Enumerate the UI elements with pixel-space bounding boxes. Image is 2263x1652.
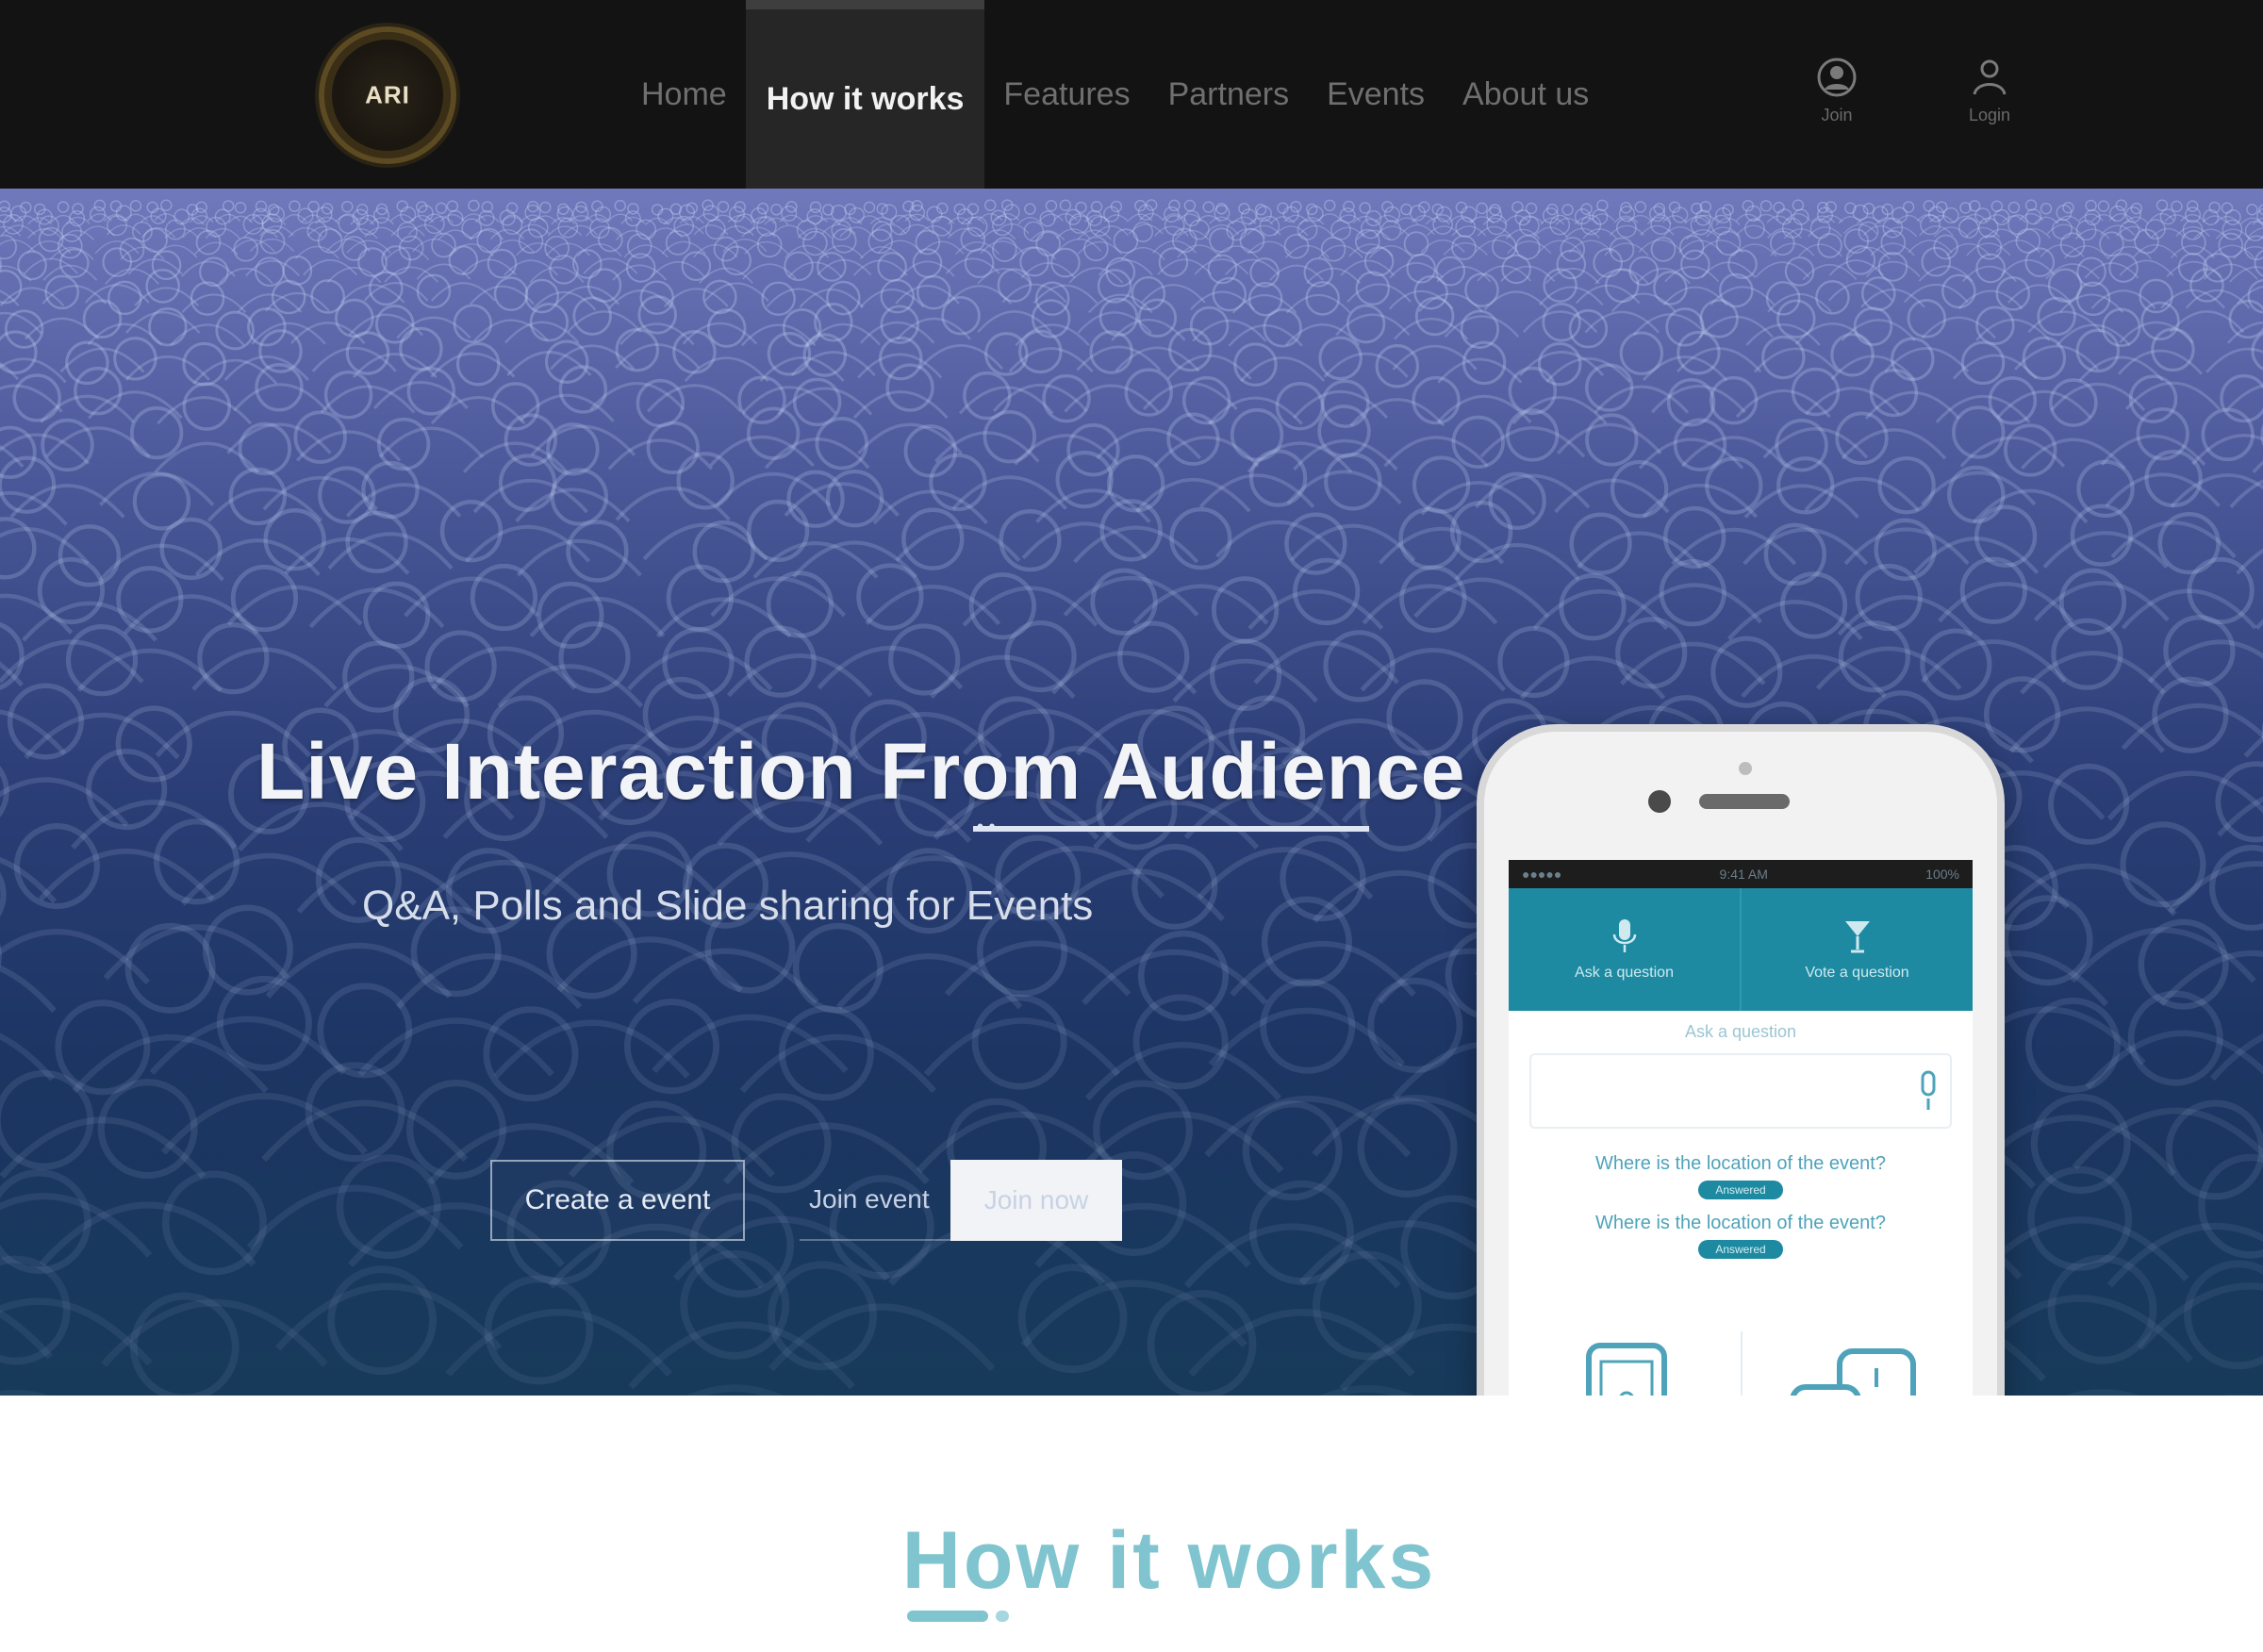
create-event-button[interactable]: Create a event [490, 1160, 745, 1241]
join-label: Join [1821, 106, 1853, 124]
phone-camera [1648, 790, 1671, 813]
account-actions: Join Login [1799, 57, 2027, 138]
login-button[interactable]: Login [1952, 57, 2027, 138]
hero-actions: Create a event Join now [490, 1160, 1122, 1241]
question-input[interactable] [1529, 1053, 1952, 1129]
nav-item-how-it-works[interactable]: How it works [745, 0, 985, 189]
tab-vote-label: Vote a question [1805, 965, 1909, 981]
top-navbar: ARI Home How it works Features Partners … [0, 0, 2263, 189]
nav-item-events[interactable]: Events [1308, 0, 1444, 189]
status-battery: 100% [1925, 867, 1959, 882]
hero-banner: Live Interaction From Audience • • Q&A, … [0, 189, 2263, 1396]
question-status-badge: Answered [1698, 1240, 1783, 1259]
tab-ask-label: Ask a question [1575, 965, 1674, 981]
question-item[interactable]: Where is the location of the event? Answ… [1509, 1213, 1973, 1259]
feature-icon-grid [1509, 1313, 1973, 1396]
feature-mobile [1575, 1331, 1678, 1396]
join-event-input[interactable] [800, 1160, 950, 1241]
question-text: Where is the location of the event? [1595, 1153, 1886, 1174]
tab-vote-question[interactable]: Vote a question [1740, 888, 1973, 1011]
question-item[interactable]: Where is the location of the event? Answ… [1509, 1153, 1973, 1199]
microphone-icon [1612, 919, 1636, 952]
phone-speaker [1699, 794, 1790, 809]
question-status-badge: Answered [1698, 1181, 1783, 1199]
join-button[interactable]: Join [1799, 57, 1875, 138]
person-icon [1973, 59, 2007, 95]
section-title-how-it-works: How it works [901, 1515, 1437, 1606]
status-signal: ●●●●● [1522, 867, 1562, 882]
question-text: Where is the location of the event? [1595, 1213, 1886, 1233]
nav-item-features[interactable]: Features [984, 0, 1148, 189]
section-title-underline-dot [996, 1611, 1009, 1622]
grid-divider-vertical [1741, 1331, 1743, 1396]
app-tab-bar: Ask a question Vote a question [1509, 888, 1973, 1011]
user-circle-icon [1817, 58, 1857, 97]
brand-logo[interactable]: ARI [319, 26, 456, 164]
hero-title: Live Interaction From Audience [256, 727, 1466, 816]
title-underline [973, 826, 1369, 832]
ask-prompt: Ask a question [1684, 1022, 1797, 1041]
section-title-underline [907, 1611, 988, 1622]
nav-item-partners[interactable]: Partners [1149, 0, 1309, 189]
main-menu: Home How it works Features Partners Even… [622, 0, 1608, 189]
status-time: 9:41 AM [1719, 867, 1768, 882]
phone-screen: ●●●●● 9:41 AM 100% Ask a question Vote a… [1509, 860, 1973, 1396]
tab-ask-question[interactable]: Ask a question [1509, 888, 1740, 1011]
hero-subtitle: Q&A, Polls and Slide sharing for Events [362, 883, 1094, 929]
nav-item-about-us[interactable]: About us [1444, 0, 1608, 189]
smartphone-icon [1586, 1343, 1667, 1396]
small-microphone-icon[interactable] [1918, 1068, 1939, 1115]
phone-mockup: ●●●●● 9:41 AM 100% Ask a question Vote a… [1477, 724, 2005, 1396]
phone-status-bar: ●●●●● 9:41 AM 100% [1509, 860, 1973, 888]
feature-chat [1782, 1331, 1924, 1396]
join-now-button[interactable]: Join now [950, 1160, 1122, 1241]
phone-sensor [1739, 762, 1752, 775]
nav-item-home[interactable]: Home [622, 0, 746, 189]
login-label: Login [1968, 106, 2011, 124]
logo-text: ARI [365, 80, 410, 109]
chat-bubbles-icon [1790, 1348, 1916, 1396]
cocktail-icon [1844, 921, 1870, 953]
